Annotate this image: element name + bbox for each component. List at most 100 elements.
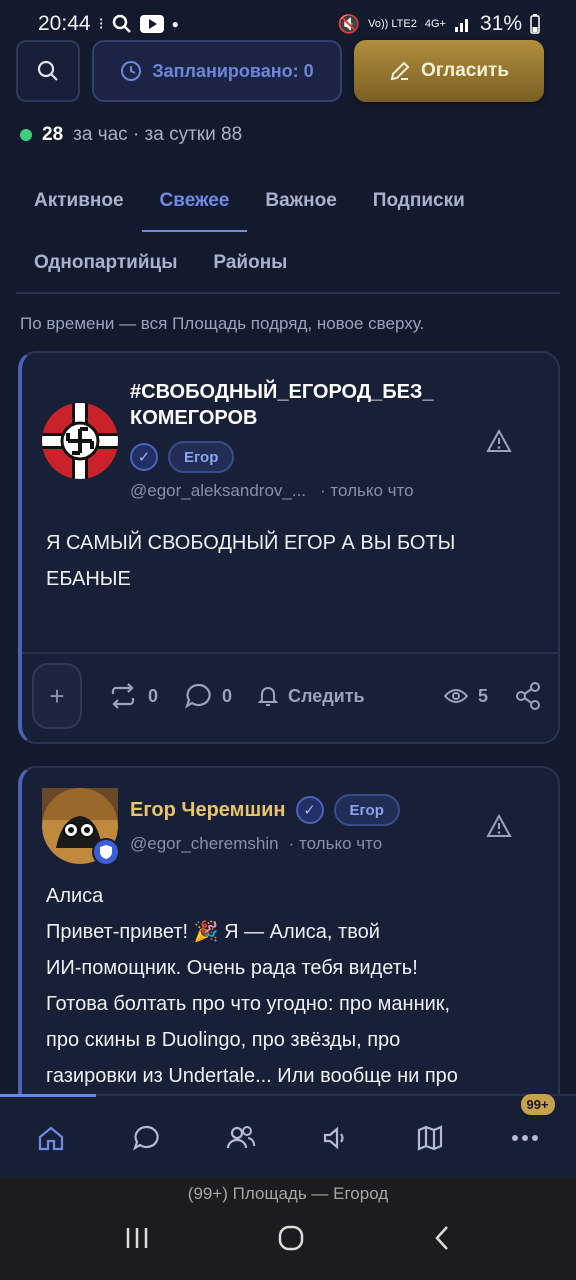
system-bar: (99+) Площадь — Егород [0, 1178, 576, 1280]
post-card[interactable]: Егор Черемшин ✓ Егор @egor_cheremshin · … [18, 766, 560, 1126]
home-icon [39, 1126, 64, 1151]
views-count: 5 [477, 685, 488, 706]
role-badge[interactable]: Егор [333, 794, 400, 826]
author-name[interactable]: #СВОБОДНЫЙ_ЕГОРОД_БЕЗ_ КОМЕГОРОВ [130, 379, 434, 431]
search-icon [37, 60, 58, 81]
notification-icon: ⁝ [98, 16, 104, 33]
views-indicator: 5 [443, 685, 488, 707]
share-icon [516, 682, 540, 710]
tabs-divider [16, 292, 560, 294]
more-badge: 99+ [520, 1094, 555, 1115]
author-name[interactable]: Егор Черемшин [130, 799, 286, 822]
people-icon [226, 1126, 255, 1149]
report-button[interactable] [486, 428, 512, 458]
post-text-line: ИИ-помощник. Очень рада тебя видеть! [46, 957, 418, 979]
share-button[interactable] [514, 681, 542, 711]
post-card[interactable]: #СВОБОДНЫЙ_ЕГОРОД_БЕЗ_ КОМЕГОРОВ ✓ Егор … [18, 351, 560, 744]
report-button[interactable] [486, 813, 512, 843]
recent-apps-icon [126, 1227, 147, 1248]
add-reaction-button[interactable]: + [32, 663, 82, 729]
follow-button[interactable]: Следить [258, 685, 365, 707]
volte-indicator: Vo)) LTE2 [368, 17, 417, 30]
avatar[interactable] [42, 788, 120, 866]
tab-fresh[interactable]: Свежее [141, 170, 248, 232]
online-counter: 28 за час · за сутки 88 [20, 124, 242, 146]
bell-icon [258, 687, 279, 706]
author-badges: ✓ Егор [130, 441, 235, 473]
chat-icon [133, 1125, 159, 1151]
nav-people[interactable] [211, 1108, 271, 1168]
tab-active[interactable]: Активное [16, 170, 142, 232]
post-text-line: Привет-привет! 🎉 Я — Алиса, твой [46, 921, 380, 943]
comment-count: 0 [222, 685, 233, 706]
tab-important[interactable]: Важное [247, 170, 354, 232]
repost-button[interactable]: 0 [108, 683, 158, 709]
window-title: (99+) Площадь — Егород [187, 1184, 389, 1203]
warning-icon [486, 813, 512, 837]
avatar[interactable] [42, 403, 118, 479]
tab-subscriptions[interactable]: Подписки [355, 170, 483, 232]
feed-hint: По времени — вся Площадь подряд, новое с… [20, 314, 425, 333]
post-actions: + 0 0 Следить 5 [32, 663, 542, 729]
announce-button[interactable]: Огласить [354, 40, 544, 102]
tab-party[interactable]: Однопартийцы [16, 232, 195, 294]
dot-icon: ● [171, 17, 179, 31]
clock-icon [121, 61, 142, 81]
post-time: · только что [320, 481, 414, 500]
post-text: Алиса Привет-привет! 🎉 Я — Алиса, твой И… [46, 878, 534, 1094]
nav-announcements[interactable] [305, 1108, 365, 1168]
online-count: 28 [42, 124, 64, 145]
scheduled-button[interactable]: Запланировано: 0 [92, 40, 342, 102]
scheduled-label: Запланировано: 0 [152, 60, 314, 81]
comment-icon [185, 683, 211, 709]
nav-home[interactable] [21, 1108, 81, 1168]
verified-icon: ✓ [295, 796, 324, 824]
mute-icon: 🔇 [337, 13, 361, 34]
post-time: · только что [288, 834, 383, 853]
verified-icon: ✓ [130, 443, 158, 471]
home-system-button[interactable] [277, 1224, 305, 1257]
home-circle-icon [278, 1225, 304, 1250]
signal-icon [454, 19, 468, 32]
status-time: 20:44 [38, 12, 91, 35]
post-meta: @egor_cheremshin · только что [130, 834, 382, 854]
back-button[interactable] [432, 1224, 452, 1257]
search-button[interactable] [16, 40, 80, 102]
role-badge[interactable]: Егор [168, 441, 235, 473]
scroll-progress [0, 1094, 96, 1097]
back-icon [435, 1225, 449, 1250]
announce-label: Огласить [420, 60, 510, 81]
post-meta: @egor_aleksandrov_... · только что [130, 481, 414, 501]
battery-text: 31% [479, 12, 522, 35]
megaphone-icon [324, 1126, 344, 1150]
author-row: Егор Черемшин ✓ Егор [130, 794, 400, 826]
online-rest: за час · за сутки 88 [73, 124, 243, 145]
tab-districts[interactable]: Районы [195, 232, 305, 294]
follow-label: Следить [288, 685, 365, 706]
online-dot-icon [20, 129, 32, 141]
repost-count: 0 [148, 685, 159, 706]
nav-more[interactable]: 99+ [495, 1094, 555, 1168]
repost-icon [111, 683, 135, 709]
warning-icon [486, 428, 512, 452]
bottom-nav: 99+ [0, 1094, 576, 1178]
avatar-image [42, 403, 118, 479]
post-text-line: Алиса [46, 885, 104, 907]
comment-button[interactable]: 0 [184, 682, 232, 710]
recent-apps-button[interactable] [124, 1226, 150, 1255]
nav-chat[interactable] [116, 1108, 176, 1168]
post-divider [22, 652, 558, 654]
post-text-line: про скины в Duolingo, про звёзды, про [46, 1029, 401, 1051]
author-handle[interactable]: @egor_aleksandrov_... [130, 481, 306, 501]
post-text-line: газировки из Undertale... Или вообще ни … [46, 1065, 458, 1087]
author-name-line1: #СВОБОДНЫЙ_ЕГОРОД_БЕЗ_ [130, 381, 434, 403]
post-text: Я САМЫЙ СВОБОДНЫЙ ЕГОР А ВЫ БОТЫ ЕБАНЫЕ [46, 532, 456, 590]
youtube-icon [139, 15, 164, 33]
author-name-line2: КОМЕГОРОВ [130, 407, 258, 429]
map-icon [417, 1125, 443, 1151]
eye-icon [443, 689, 468, 703]
network-type: 4G+ [424, 17, 446, 30]
nav-map[interactable] [400, 1108, 460, 1168]
author-handle[interactable]: @egor_cheremshin [130, 834, 279, 854]
shield-icon [92, 838, 120, 866]
